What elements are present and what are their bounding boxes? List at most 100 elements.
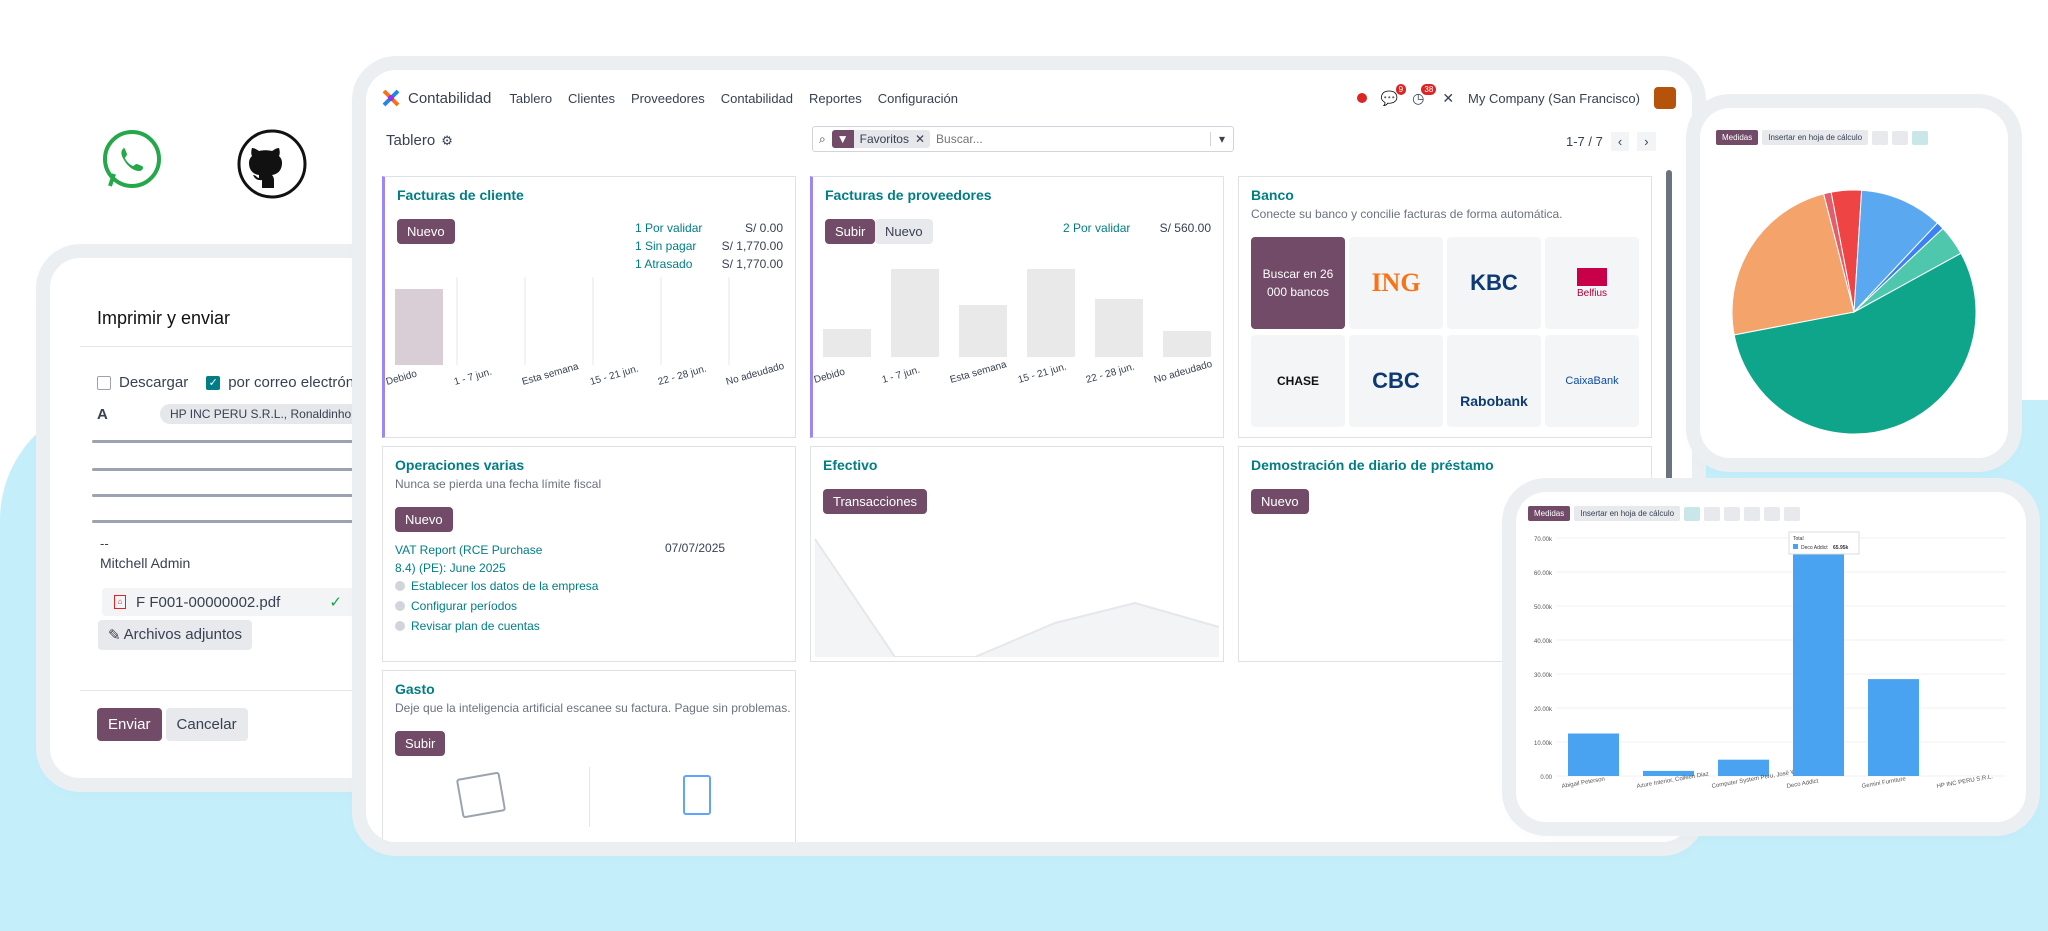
new-entry-button[interactable]: Nuevo <box>395 507 453 532</box>
receipt-illustration <box>683 775 711 815</box>
sort-desc-icon[interactable] <box>1764 506 1781 521</box>
stat-amount: S/ 0.00 <box>744 221 783 235</box>
bar[interactable] <box>1868 679 1919 776</box>
vat-report-line1: VAT Report (RCE Purchase <box>395 543 543 557</box>
clock-icon[interactable]: ◷ 38 <box>1412 83 1437 107</box>
partner-tag[interactable]: HP INC PERU S.R.L., Ronaldinho Far <box>160 404 383 424</box>
search-bar[interactable]: ⌕ ▼ Favoritos ✕ ▾ <box>812 126 1234 152</box>
panel-title[interactable]: Operaciones varias <box>395 457 795 473</box>
bar[interactable] <box>1163 331 1211 357</box>
line-chart-icon[interactable] <box>1704 506 1721 521</box>
pie-chart-icon[interactable] <box>1912 130 1929 145</box>
stat-link[interactable]: 2 Por validar <box>1063 221 1130 235</box>
bank-logo-belfius[interactable]: Belfius <box>1545 237 1639 329</box>
x-tick-label: 15 - 21 jun. <box>589 364 640 388</box>
company-switcher[interactable]: My Company (San Francisco) <box>1468 91 1640 106</box>
tooltip-swatch <box>1793 544 1798 549</box>
bank-logo-caixabank[interactable]: CaixaBank <box>1545 335 1639 427</box>
panel-title[interactable]: Gasto <box>395 681 795 697</box>
upload-bill-button[interactable]: Subir <box>825 219 876 244</box>
search-banks-button[interactable]: Buscar en 26 000 bancos <box>1251 237 1345 329</box>
bank-logo-ing[interactable]: ING <box>1349 237 1443 329</box>
line-chart-icon[interactable] <box>1892 130 1909 145</box>
bar[interactable] <box>395 289 443 365</box>
sort-asc-icon[interactable] <box>1784 506 1801 521</box>
close-icon[interactable]: ✕ <box>915 132 930 146</box>
breadcrumb[interactable]: Tablero ⚙ <box>386 132 453 149</box>
bar[interactable] <box>959 305 1007 357</box>
y-tick-label: 70.00k <box>1534 537 1553 543</box>
github-icon[interactable] <box>236 128 308 200</box>
insert-spreadsheet-button[interactable]: Insertar en hoja de cálculo <box>1762 130 1869 145</box>
bar[interactable] <box>1793 551 1844 776</box>
bar-chart-icon[interactable] <box>1684 506 1701 521</box>
menu-item-0[interactable]: Tablero <box>509 91 552 106</box>
avatar[interactable] <box>1654 87 1676 109</box>
onboarding-step[interactable]: Revisar plan de cuentas <box>395 619 598 633</box>
tools-icon[interactable]: ✕ <box>1442 90 1454 107</box>
measures-dropdown[interactable]: Medidas <box>1716 130 1759 145</box>
cancel-button[interactable]: Cancelar <box>165 708 248 741</box>
pie-chart-icon[interactable] <box>1724 506 1741 521</box>
stat-link[interactable]: 1 Por validar <box>635 221 702 235</box>
menu-item-1[interactable]: Clientes <box>568 91 615 106</box>
divider <box>589 767 590 827</box>
chevron-right-icon[interactable]: › <box>1637 132 1656 151</box>
panel-title[interactable]: Facturas de proveedores <box>825 187 1223 203</box>
activity-badge: 38 <box>1421 83 1437 95</box>
whatsapp-icon[interactable] <box>100 128 164 192</box>
new-bill-button[interactable]: Nuevo <box>875 219 933 244</box>
upload-expense-button[interactable]: Subir <box>395 731 446 756</box>
bar[interactable] <box>823 329 871 357</box>
attachment-file[interactable]: ⌂ F F001-00000002.pdf ✓ <box>102 588 402 616</box>
step-label: Establecer los datos de la empresa <box>411 579 599 593</box>
insert-spreadsheet-button[interactable]: Insertar en hoja de cálculo <box>1574 506 1681 521</box>
chevron-down-icon[interactable]: ▾ <box>1209 132 1233 146</box>
bar[interactable] <box>1095 299 1143 357</box>
stat-link[interactable]: 1 Atrasado <box>635 257 692 271</box>
menu-item-3[interactable]: Contabilidad <box>721 91 793 106</box>
email-checkbox[interactable]: ✓ <box>206 375 221 390</box>
bar[interactable] <box>1718 759 1769 776</box>
measures-dropdown[interactable]: Medidas <box>1528 506 1571 521</box>
stacked-icon[interactable] <box>1744 506 1761 521</box>
stat-amount: S/ 560.00 <box>1159 221 1211 235</box>
menu-item-5[interactable]: Configuración <box>878 91 958 106</box>
panel-title[interactable]: Facturas de cliente <box>397 187 795 203</box>
menu-item-2[interactable]: Proveedores <box>631 91 705 106</box>
bank-logo-chase[interactable]: CHASE <box>1251 335 1345 427</box>
bank-logo-kbc[interactable]: KBC <box>1447 237 1541 329</box>
chevron-left-icon[interactable]: ‹ <box>1610 132 1630 151</box>
menu-item-4[interactable]: Reportes <box>809 91 862 106</box>
app-logo-icon[interactable] <box>382 89 400 107</box>
stat-link[interactable]: 1 Sin pagar <box>635 239 696 253</box>
status-dot <box>1356 93 1367 103</box>
new-loan-button[interactable]: Nuevo <box>1251 489 1309 514</box>
attachments-button[interactable]: ✎ Archivos adjuntos <box>98 620 252 650</box>
new-invoice-button[interactable]: Nuevo <box>397 219 455 244</box>
onboarding-step[interactable]: Establecer los datos de la empresa <box>395 579 598 593</box>
panel-title[interactable]: Efectivo <box>823 457 1223 473</box>
bar-chart-icon[interactable] <box>1872 130 1889 145</box>
panel-subtitle: Nunca se pierda una fecha límite fiscal <box>395 477 602 491</box>
bar[interactable] <box>891 269 939 357</box>
bank-logo-rabobank[interactable]: Rabobank <box>1447 335 1541 427</box>
bar[interactable] <box>1027 269 1075 357</box>
send-button[interactable]: Enviar <box>97 708 162 741</box>
search-input[interactable] <box>936 132 1137 146</box>
bank-logo-cbc[interactable]: CBC <box>1349 335 1443 427</box>
app-title[interactable]: Contabilidad <box>408 90 491 107</box>
bank-name: Belfius <box>1576 267 1607 299</box>
panel-title[interactable]: Demostración de diario de préstamo <box>1251 457 1651 473</box>
chat-icon[interactable]: 💬 9 <box>1381 83 1407 107</box>
onboarding-step[interactable]: Configurar períodos <box>395 599 598 613</box>
filter-facet[interactable]: ▼ Favoritos ✕ <box>831 130 931 148</box>
bank-name: Rabobank <box>1460 393 1528 409</box>
vat-report-link[interactable]: VAT Report (RCE Purchase 8.4) (PE): June… <box>395 541 542 577</box>
gear-icon[interactable]: ⚙ <box>441 133 453 149</box>
panel-title[interactable]: Banco <box>1251 187 1651 203</box>
download-checkbox[interactable] <box>97 375 111 390</box>
y-tick-label: 40.00k <box>1534 639 1553 645</box>
bar[interactable] <box>1568 733 1619 777</box>
transactions-button[interactable]: Transacciones <box>823 489 928 514</box>
